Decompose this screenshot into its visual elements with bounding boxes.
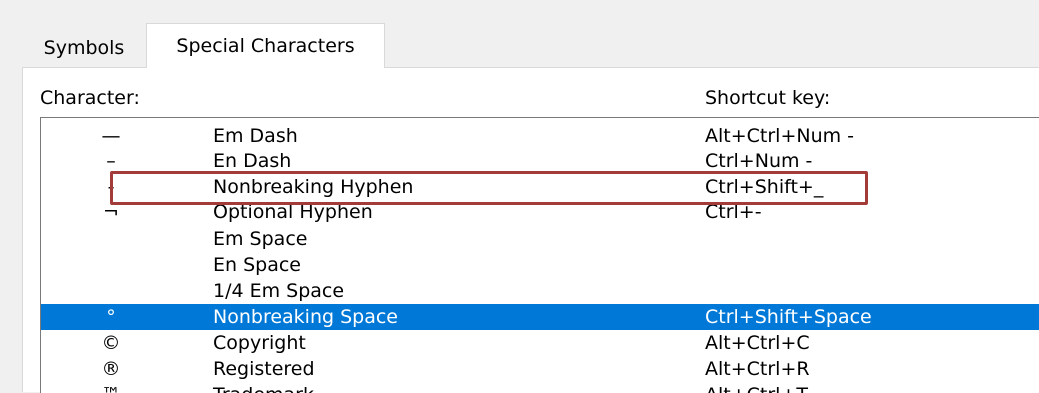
list-item[interactable]: ® Registered Alt+Ctrl+R	[41, 356, 1039, 382]
list-item[interactable]: Em Space	[41, 226, 1039, 252]
list-item-selected[interactable]: ° Nonbreaking Space Ctrl+Shift+Space	[41, 304, 1039, 330]
tab-strip: Symbols Special Characters	[22, 23, 1039, 68]
list-item[interactable]: © Copyright Alt+Ctrl+C	[41, 330, 1039, 356]
shortcut-column-header: Shortcut key:	[705, 87, 831, 109]
list-item[interactable]: ¬ Optional Hyphen Ctrl+-	[41, 199, 1039, 225]
character-glyph: —	[101, 125, 121, 147]
tab-symbols-label: Symbols	[43, 37, 125, 59]
character-name: Copyright	[213, 332, 306, 354]
shortcut-key: Ctrl+-	[705, 201, 762, 223]
character-glyph: -	[107, 176, 115, 198]
tab-special-characters-label: Special Characters	[176, 35, 355, 57]
list-item[interactable]: ™ Trademark Alt+Ctrl+T	[41, 382, 1039, 393]
tab-symbols[interactable]: Symbols	[22, 29, 146, 68]
tab-special-characters[interactable]: Special Characters	[146, 23, 385, 68]
character-column-header: Character:	[40, 87, 140, 109]
list-item[interactable]: 1/4 Em Space	[41, 278, 1039, 304]
shortcut-key: Ctrl+Shift+Space	[705, 306, 872, 328]
character-glyph: –	[106, 150, 116, 172]
shortcut-key: Ctrl+Num -	[705, 150, 813, 172]
shortcut-key: Alt+Ctrl+T	[705, 382, 808, 393]
list-item[interactable]: — Em Dash Alt+Ctrl+Num -	[41, 123, 1039, 149]
special-characters-list[interactable]: — Em Dash Alt+Ctrl+Num - – En Dash Ctrl+…	[40, 117, 1039, 393]
character-glyph: °	[106, 306, 116, 328]
list-item[interactable]: – En Dash Ctrl+Num -	[41, 148, 1039, 174]
character-name: Registered	[213, 358, 315, 380]
list-item[interactable]: - Nonbreaking Hyphen Ctrl+Shift+_	[41, 174, 1039, 200]
character-name: Em Dash	[213, 125, 298, 147]
character-name: Em Space	[213, 228, 308, 250]
character-name: Optional Hyphen	[213, 201, 373, 223]
list-item[interactable]: En Space	[41, 252, 1039, 278]
shortcut-key: Alt+Ctrl+Num -	[705, 125, 855, 147]
character-name: En Dash	[213, 150, 292, 172]
shortcut-key: Ctrl+Shift+_	[705, 176, 824, 198]
character-glyph: ®	[101, 358, 121, 380]
character-glyph: ¬	[103, 201, 119, 223]
character-name: Trademark	[213, 382, 314, 393]
character-glyph: ©	[101, 332, 121, 354]
shortcut-key: Alt+Ctrl+C	[705, 332, 810, 354]
shortcut-key: Alt+Ctrl+R	[705, 358, 810, 380]
character-glyph: ™	[99, 382, 123, 393]
character-name: Nonbreaking Hyphen	[213, 176, 414, 198]
character-name: 1/4 Em Space	[213, 280, 345, 302]
character-name: Nonbreaking Space	[213, 306, 398, 328]
character-name: En Space	[213, 254, 301, 276]
